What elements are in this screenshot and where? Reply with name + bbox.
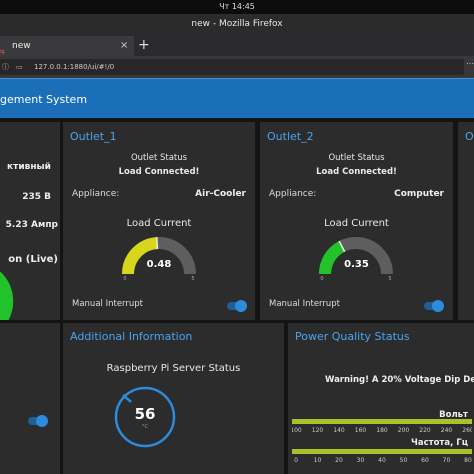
outlet-card-1: Outlet_1 Outlet Status Load Connected! A…	[63, 122, 255, 320]
bar-tick-label: 80	[464, 457, 472, 464]
bar-tick-label: 70	[443, 457, 451, 464]
gauge-needle	[155, 237, 159, 250]
voltage-bar-fill	[292, 419, 472, 424]
live-gauge-fill	[0, 272, 14, 320]
appliance-label: Appliance:	[72, 189, 120, 199]
power-quality-card: Power Quality Status Warning! A 20% Volt…	[288, 323, 474, 474]
appliance-value: Computer	[394, 189, 444, 199]
left-lower-card	[0, 323, 60, 474]
window-title: new - Mozilla Firefox	[191, 19, 283, 29]
outlet-status-label: Outlet Status	[328, 153, 385, 163]
appliance-value: Air-Cooler	[195, 189, 246, 199]
outlet-status-value: Load Connected!	[118, 167, 200, 177]
bar-tick-label: 200	[398, 427, 410, 434]
voltage-dip-warning: Warning! A 20% Voltage Dip De	[325, 375, 474, 385]
toggle-knob[interactable]	[235, 300, 247, 312]
url-field[interactable]: ⓘ ▭ 127.0.0.1:1880/ui/#!/0	[0, 59, 464, 75]
bar-tick-label: 50	[400, 457, 408, 464]
gauge-value: 0.35	[344, 259, 369, 270]
url-text: 127.0.0.1:1880/ui/#!/0	[34, 63, 115, 71]
supply-current: 5.23 Ампр	[5, 220, 58, 230]
temperature-unit: °C	[142, 424, 148, 430]
live-section-title: on (Live)	[8, 254, 58, 265]
gauge-range-label: 0	[320, 276, 323, 282]
live-interrupt-toggle[interactable]	[28, 415, 48, 427]
tab-bar: ⇆ new × +	[0, 34, 474, 56]
outlet-status-value: Load Connected!	[316, 167, 397, 177]
bar-tick-label: 260	[462, 427, 472, 434]
bar-tick-label: 40	[378, 457, 386, 464]
page-actions-icon[interactable]: ⋯	[466, 59, 474, 68]
outlet-title: Outlet_2	[267, 130, 314, 143]
power-quality-title: Power Quality Status	[295, 330, 410, 343]
manual-interrupt-label: Manual Interrupt	[269, 299, 341, 309]
manual-interrupt-toggle[interactable]	[227, 300, 247, 312]
outlet-card-2: Outlet_2 Outlet Status Load Connected! A…	[260, 122, 453, 320]
bar-tick-label: 100	[292, 427, 302, 434]
load-current-label: Load Current	[126, 218, 192, 229]
gauge-range-label: 5	[191, 276, 194, 282]
supply-voltage: 235 В	[22, 192, 51, 202]
appliance-label: Appliance:	[269, 189, 317, 199]
voltage-tick-labels: 100 120 140 160 180 200 220 240 260	[292, 427, 472, 434]
frequency-level-bar: 0 10 20 30 40 50 60 70 80	[292, 449, 472, 464]
frequency-bar-fill	[292, 449, 472, 454]
bar-tick-label: 120	[312, 427, 324, 434]
bar-tick-label: 240	[441, 427, 453, 434]
bar-tick-label: 30	[357, 457, 365, 464]
frequency-label: Частота, Гц	[411, 438, 468, 448]
additional-info-title: Additional Information	[70, 330, 193, 343]
toggle-knob[interactable]	[36, 415, 48, 427]
manual-interrupt-toggle[interactable]	[424, 300, 444, 312]
bar-tick-label: 0	[294, 457, 298, 464]
main-supply-card: ктивный 235 В 5.23 Ампр on (Live)	[0, 122, 60, 320]
tab-new[interactable]: ⇆ new ×	[0, 36, 134, 56]
connection-icon[interactable]: ▭	[16, 59, 23, 75]
gauge-range-label: 0	[123, 276, 126, 282]
bar-tick-label: 140	[333, 427, 345, 434]
gauge-range-label: 5	[388, 276, 391, 282]
live-gauge	[0, 272, 14, 320]
navigation-toolbar: ⓘ ▭ 127.0.0.1:1880/ui/#!/0 ⋯	[0, 56, 474, 78]
outlet-title: O	[465, 130, 474, 143]
load-current-gauge: 05	[319, 237, 393, 282]
manual-interrupt-label: Manual Interrupt	[72, 299, 144, 309]
tab-label: new	[12, 41, 31, 51]
toggle-knob[interactable]	[432, 300, 444, 312]
window-titlebar: new - Mozilla Firefox	[0, 14, 474, 34]
bar-tick-label: 20	[335, 457, 343, 464]
frequency-tick-labels: 0 10 20 30 40 50 60 70 80	[294, 457, 472, 464]
dashboard-header: gement System	[0, 78, 474, 118]
page-info-icon[interactable]: ⓘ	[2, 59, 9, 75]
outlet-title: Outlet_1	[70, 130, 117, 143]
dashboard-title: gement System	[0, 93, 88, 106]
supply-status: ктивный	[7, 162, 51, 172]
new-tab-plus-icon[interactable]: +	[138, 36, 150, 54]
dashboard-content: ктивный 235 В 5.23 Ампр on (Live) Outlet…	[0, 118, 474, 474]
system-clock: Чт 14:45	[219, 2, 255, 11]
bar-tick-label: 10	[314, 457, 322, 464]
bar-tick-label: 180	[376, 427, 388, 434]
additional-info-card: Additional Information Raspberry Pi Serv…	[63, 323, 284, 474]
gauge-value: 0.48	[146, 259, 172, 270]
system-bar: Чт 14:45	[0, 0, 474, 14]
outlet-card-3: O	[458, 122, 474, 320]
bar-tick-label: 60	[421, 457, 429, 464]
bar-tick-label: 220	[419, 427, 431, 434]
outlet-status-label: Outlet Status	[130, 153, 188, 163]
load-current-label: Load Current	[324, 218, 389, 229]
voltage-level-bar: 100 120 140 160 180 200 220 240 260	[292, 419, 472, 434]
server-status-label: Raspberry Pi Server Status	[106, 363, 241, 374]
tab-close-icon[interactable]: ×	[120, 36, 128, 56]
load-current-gauge: 05	[122, 237, 196, 282]
temperature-value: 56	[134, 405, 156, 423]
bar-tick-label: 160	[355, 427, 367, 434]
